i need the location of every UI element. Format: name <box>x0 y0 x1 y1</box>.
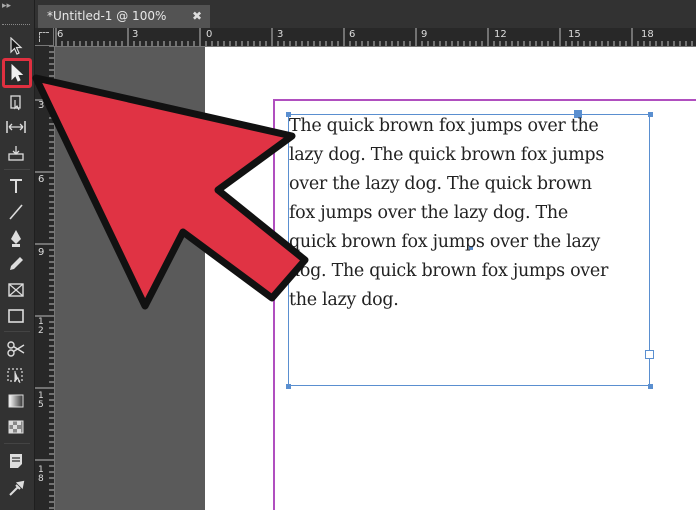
annotation-arrow <box>32 74 309 310</box>
